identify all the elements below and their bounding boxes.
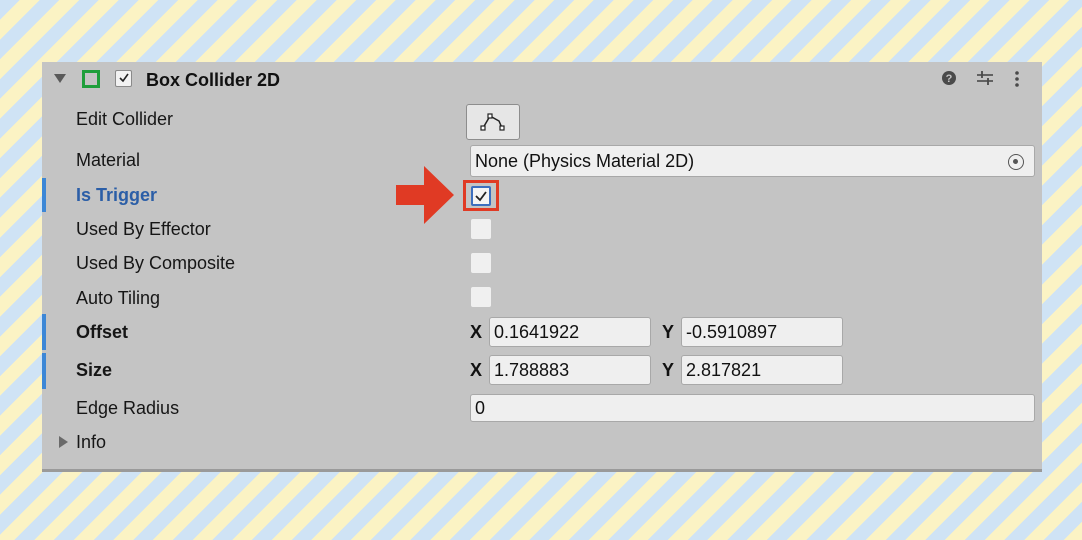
box-collider-icon: [82, 70, 100, 88]
is-trigger-label: Is Trigger: [76, 185, 158, 205]
size-x-value: 1.788883: [494, 359, 570, 380]
auto-tiling-label: Auto Tiling: [76, 288, 161, 308]
used-by-effector-checkbox[interactable]: [471, 219, 491, 239]
component-header[interactable]: Box Collider 2D ?: [42, 64, 1042, 94]
edit-collider-icon: [480, 113, 505, 131]
is-trigger-checkbox[interactable]: [471, 186, 491, 206]
size-x-label: X: [470, 360, 483, 380]
size-x-input[interactable]: 1.788883: [489, 355, 651, 385]
auto-tiling-checkbox[interactable]: [471, 287, 491, 307]
checkmark-icon: [475, 191, 487, 202]
modified-indicator-bar: [42, 314, 46, 350]
offset-y-label: Y: [662, 322, 675, 342]
modified-indicator-bar: [42, 178, 46, 212]
annotation-arrow-icon: [396, 166, 454, 224]
offset-label: Offset: [76, 322, 129, 342]
component-title: Box Collider 2D: [146, 70, 281, 90]
offset-y-input[interactable]: -0.5910897: [681, 317, 843, 347]
more-menu-icon[interactable]: [1014, 70, 1020, 93]
edge-radius-input[interactable]: 0: [470, 394, 1035, 422]
size-y-value: 2.817821: [686, 359, 762, 380]
presets-icon[interactable]: [976, 70, 994, 91]
help-icon[interactable]: ?: [941, 70, 957, 91]
size-y-input[interactable]: 2.817821: [681, 355, 843, 385]
used-by-composite-label: Used By Composite: [76, 253, 236, 273]
used-by-effector-label: Used By Effector: [76, 219, 211, 239]
material-object-field[interactable]: None (Physics Material 2D): [470, 145, 1035, 177]
offset-x-value: 0.1641922: [494, 321, 580, 342]
inspector-component-panel: Box Collider 2D ? Edit Collider Material…: [42, 62, 1042, 472]
edit-collider-button[interactable]: [466, 104, 520, 140]
offset-x-label: X: [470, 322, 483, 342]
size-label: Size: [76, 360, 113, 380]
component-enabled-checkbox[interactable]: [115, 70, 132, 87]
size-y-label: Y: [662, 360, 675, 380]
edit-collider-label: Edit Collider: [76, 109, 174, 129]
used-by-composite-checkbox[interactable]: [471, 253, 491, 273]
edge-radius-label: Edge Radius: [76, 398, 180, 418]
offset-x-input[interactable]: 0.1641922: [489, 317, 651, 347]
svg-text:?: ?: [946, 73, 953, 85]
checkmark-icon: [119, 73, 129, 83]
foldout-arrow-icon[interactable]: [54, 74, 66, 83]
info-foldout-label[interactable]: Info: [76, 432, 106, 453]
material-value: None (Physics Material 2D): [475, 150, 695, 171]
material-label: Material: [76, 150, 141, 170]
info-foldout-arrow-icon[interactable]: [59, 436, 68, 448]
object-picker-icon[interactable]: [1008, 154, 1024, 170]
offset-y-value: -0.5910897: [686, 321, 778, 342]
modified-indicator-bar: [42, 353, 46, 389]
edge-radius-value: 0: [475, 397, 486, 418]
